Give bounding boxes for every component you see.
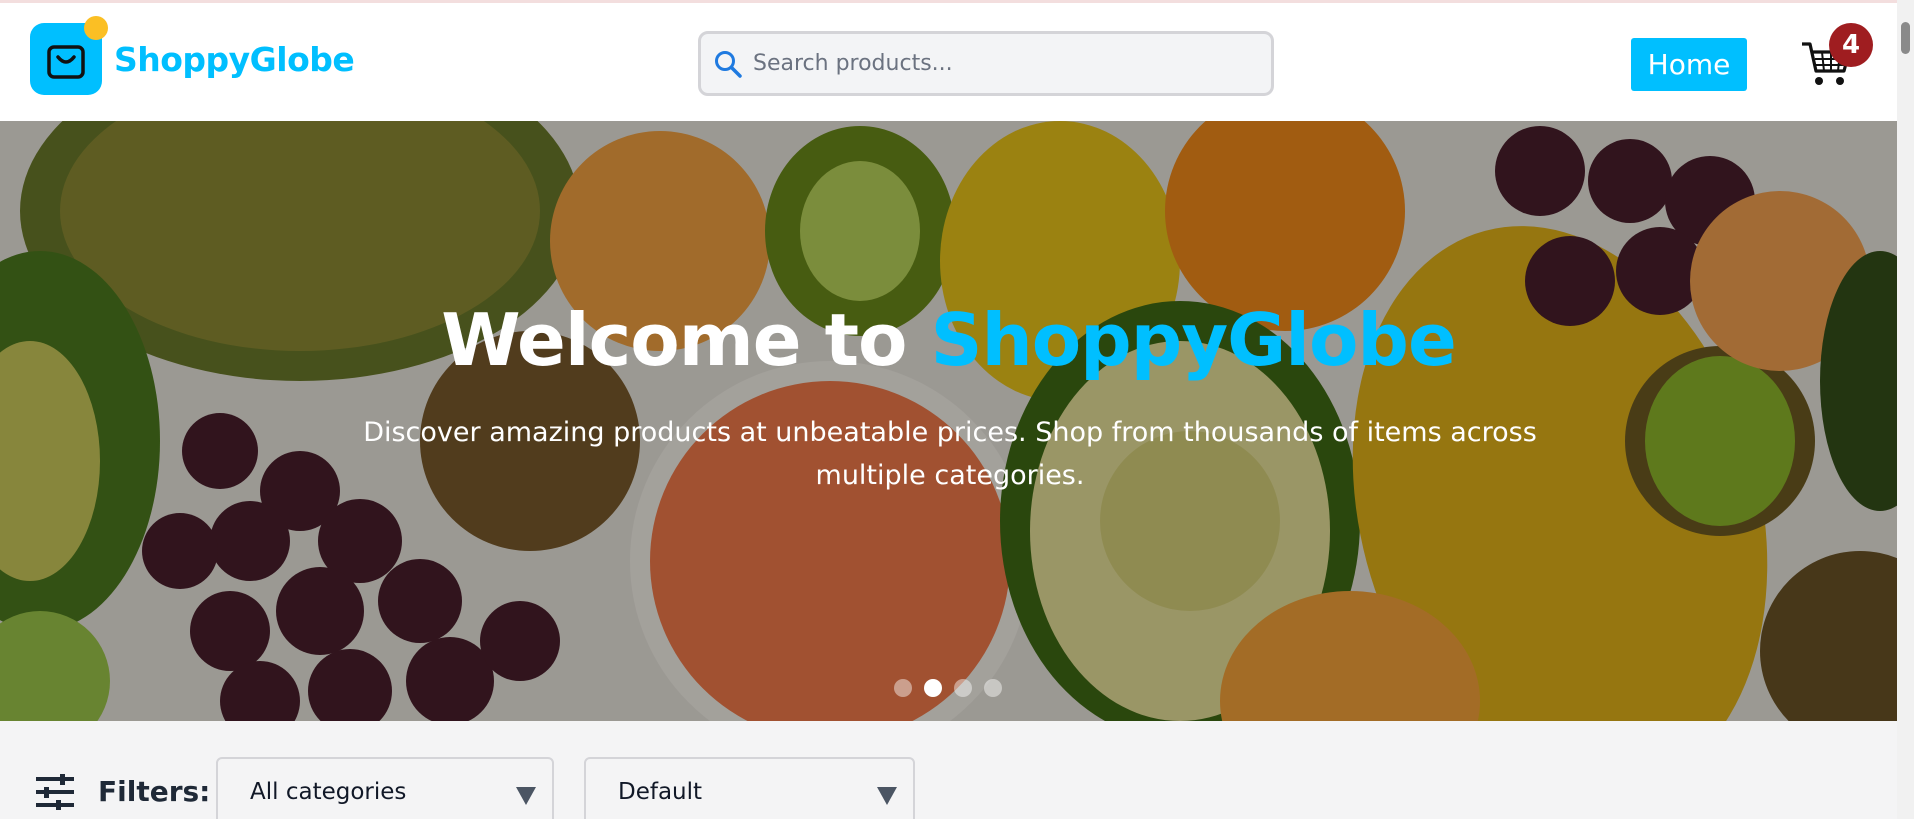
cart-count-badge: 4 <box>1829 23 1873 67</box>
category-select-value: All categories <box>250 779 407 805</box>
filters-label: Filters: <box>98 775 211 808</box>
hero-title: Welcome to ShoppyGlobe <box>0 298 1897 382</box>
home-button[interactable]: Home <box>1631 38 1747 91</box>
brand-name: ShoppyGlobe <box>114 39 355 79</box>
search-input[interactable] <box>753 51 1233 76</box>
hero-subtitle: Discover amazing products at unbeatable … <box>363 417 1537 491</box>
carousel-dot-3[interactable] <box>954 679 972 697</box>
hero-title-prefix: Welcome to <box>441 298 907 382</box>
scrollbar-thumb[interactable] <box>1901 22 1910 54</box>
page-scrollbar[interactable] <box>1897 0 1914 819</box>
filter-sliders-icon <box>36 774 74 810</box>
search-bar[interactable] <box>698 31 1274 96</box>
carousel-dots <box>894 679 1002 697</box>
sort-select-value: Default <box>618 779 703 805</box>
brand-logo[interactable]: ShoppyGlobe <box>30 16 355 95</box>
carousel-dot-1[interactable] <box>894 679 912 697</box>
site-header: ShoppyGlobe Home 4 <box>0 0 1897 121</box>
carousel-dot-2[interactable] <box>924 679 942 697</box>
shopping-bag-icon <box>47 45 85 79</box>
logo-badge <box>30 16 108 95</box>
filters-bar: Filters: All categories Default <box>0 721 1897 819</box>
category-select[interactable]: All categories <box>216 757 554 819</box>
caret-down-icon <box>877 787 897 805</box>
hero-title-accent: ShoppyGlobe <box>930 298 1457 382</box>
search-icon <box>715 50 742 78</box>
carousel-dot-4[interactable] <box>984 679 1002 697</box>
caret-down-icon <box>516 787 536 805</box>
hero-banner: Welcome to ShoppyGlobe Discover amazing … <box>0 121 1897 721</box>
sort-select[interactable]: Default <box>584 757 915 819</box>
